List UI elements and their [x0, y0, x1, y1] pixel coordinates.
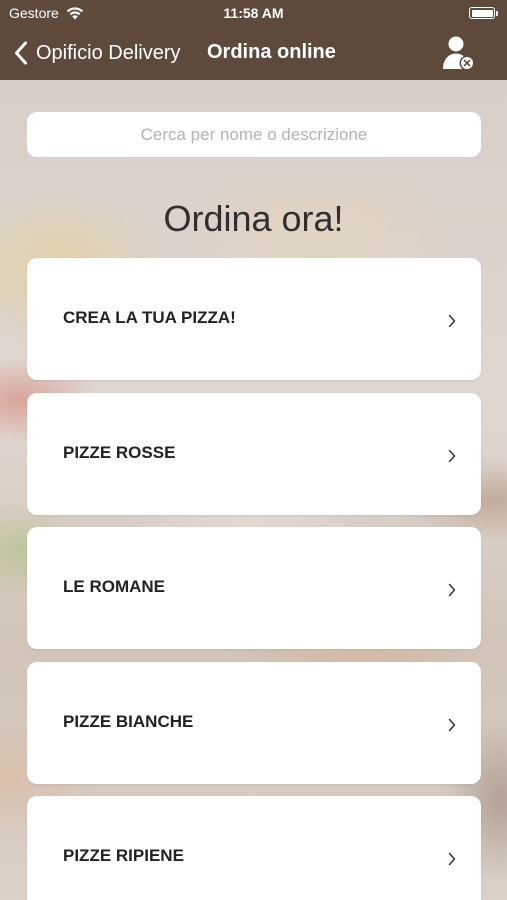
- battery-icon: [469, 7, 498, 19]
- chevron-right-icon: [448, 852, 456, 866]
- chevron-right-icon: [448, 314, 456, 328]
- chevron-left-icon: [15, 41, 27, 65]
- navigation-bar: Opificio Delivery Ordina online: [0, 28, 507, 80]
- category-card[interactable]: LE ROMANE: [27, 527, 481, 649]
- search-input[interactable]: [27, 112, 481, 157]
- battery-level-fill: [471, 9, 493, 17]
- category-label: PIZZE ROSSE: [63, 442, 176, 462]
- page-title: Ordina online: [207, 41, 336, 63]
- category-card[interactable]: CREA LA TUA PIZZA!: [27, 258, 481, 380]
- user-remove-icon: [443, 36, 475, 71]
- category-card[interactable]: PIZZE ROSSE: [27, 392, 481, 515]
- category-card[interactable]: PIZZE RIPIENE: [27, 796, 481, 900]
- app-header: Gestore 11:58 AM Opificio Delivery Ordin…: [0, 0, 507, 80]
- category-list: CREA LA TUA PIZZA! PIZZE ROSSE LE ROMANE…: [27, 258, 481, 900]
- category-card[interactable]: PIZZE BIANCHE: [27, 661, 481, 784]
- back-button-label: Opificio Delivery: [36, 41, 181, 64]
- status-bar: Gestore 11:58 AM: [0, 0, 507, 28]
- status-time: 11:58 AM: [223, 5, 284, 21]
- back-button[interactable]: Opificio Delivery: [14, 36, 180, 70]
- category-label: CREA LA TUA PIZZA!: [63, 308, 236, 327]
- chevron-right-icon: [448, 718, 456, 731]
- chevron-right-icon: [448, 449, 456, 462]
- user-account-button[interactable]: [442, 35, 476, 73]
- category-label: PIZZE RIPIENE: [63, 846, 184, 865]
- category-label: LE ROMANE: [63, 577, 165, 596]
- section-heading: Ordina ora!: [163, 198, 344, 239]
- chevron-right-icon: [448, 583, 456, 597]
- category-label: PIZZE BIANCHE: [63, 711, 194, 731]
